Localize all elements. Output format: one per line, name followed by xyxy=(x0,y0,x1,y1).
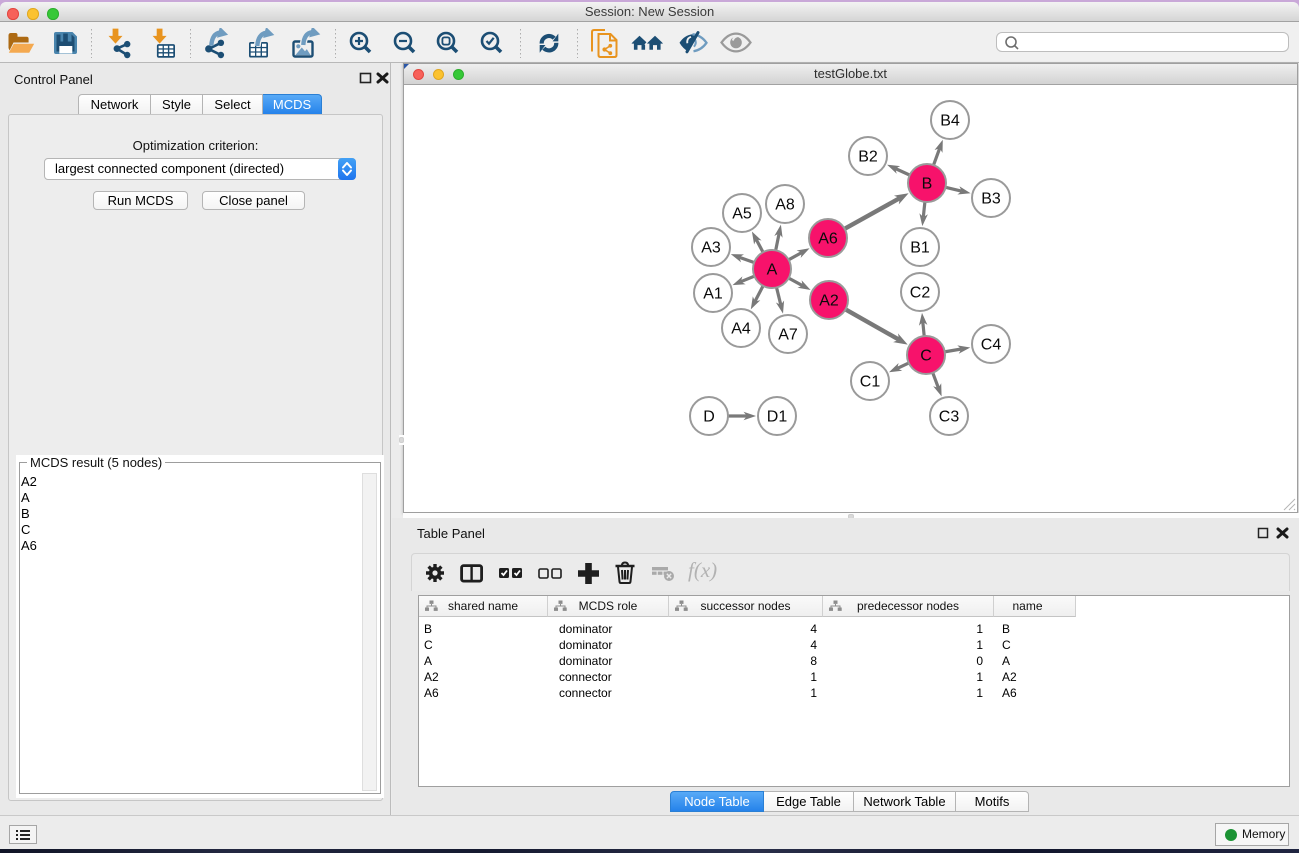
svg-text:C1: C1 xyxy=(860,374,881,391)
svg-text:B4: B4 xyxy=(940,113,960,130)
svg-text:C: C xyxy=(920,348,932,365)
svg-text:D: D xyxy=(703,409,715,426)
svg-text:B3: B3 xyxy=(981,191,1001,208)
svg-text:C2: C2 xyxy=(910,285,931,302)
svg-text:A5: A5 xyxy=(732,206,752,223)
svg-text:B1: B1 xyxy=(910,240,930,257)
svg-text:A6: A6 xyxy=(818,231,838,248)
svg-text:C4: C4 xyxy=(981,337,1002,354)
svg-text:A: A xyxy=(767,262,778,279)
svg-text:A8: A8 xyxy=(775,197,795,214)
svg-text:A2: A2 xyxy=(819,293,839,310)
svg-text:A1: A1 xyxy=(703,286,723,303)
svg-text:A7: A7 xyxy=(778,327,798,344)
svg-text:B2: B2 xyxy=(858,149,878,166)
svg-text:A4: A4 xyxy=(731,321,751,338)
svg-text:A3: A3 xyxy=(701,240,721,257)
svg-text:B: B xyxy=(922,176,933,193)
svg-text:D1: D1 xyxy=(767,409,788,426)
svg-text:C3: C3 xyxy=(939,409,960,426)
